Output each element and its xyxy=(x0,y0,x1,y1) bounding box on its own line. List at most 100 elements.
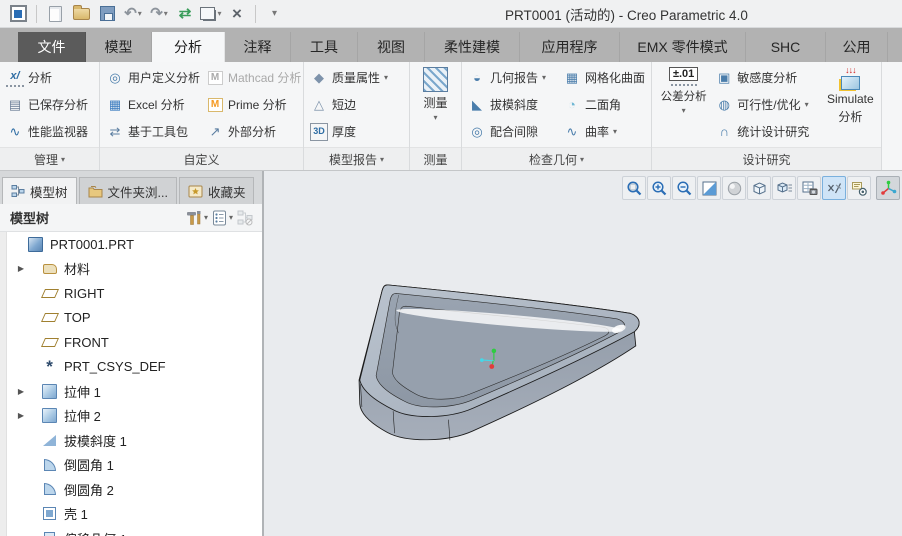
tree-scroll-strip[interactable] xyxy=(0,232,7,536)
group-label-model-reports[interactable]: 模型报告 ▾ xyxy=(304,147,409,170)
tray-part[interactable] xyxy=(358,284,640,441)
group-label-manage[interactable]: 管理 ▾ xyxy=(0,147,99,170)
mathcad-analysis-button[interactable]: M Mathcad 分析 xyxy=(203,64,304,91)
curvature-button[interactable]: ∿ 曲率 ▾ xyxy=(560,118,648,145)
saved-orientations-button[interactable] xyxy=(772,176,796,200)
user-defined-analysis-button[interactable]: ◎ 用户定义分析 xyxy=(103,64,203,91)
tab-shc[interactable]: SHC xyxy=(746,32,826,62)
save-button[interactable] xyxy=(95,2,119,26)
redo-button[interactable]: ↷ ▾ xyxy=(147,2,171,26)
thickness-button[interactable]: 3D 厚度 xyxy=(307,118,391,145)
datum-display-button[interactable] xyxy=(822,176,846,200)
navigator-tab-favorites[interactable]: 收藏夹 xyxy=(178,177,255,204)
tab-file[interactable]: 文件 xyxy=(18,32,86,62)
open-file-button[interactable] xyxy=(69,2,93,26)
tree-tools-button[interactable]: ▾ xyxy=(186,210,208,226)
display-style-button[interactable] xyxy=(747,176,771,200)
chevron-down-icon: ▾ xyxy=(433,113,438,122)
folder-browser-icon xyxy=(88,185,103,197)
dihedral-angle-button[interactable]: ◔ 二面角 xyxy=(560,91,648,118)
tree-item-shell-1[interactable]: 壳 1 xyxy=(0,502,262,527)
undo-button[interactable]: ↶ ▾ xyxy=(121,2,145,26)
tree-item-round-2[interactable]: 倒圆角 2 xyxy=(0,477,262,502)
switch-windows-button[interactable]: ▾ xyxy=(199,2,223,26)
tree-item-part-root[interactable]: PRT0001.PRT xyxy=(0,232,262,257)
tab-emx-part-mode[interactable]: EMX 零件模式 xyxy=(620,32,746,62)
zoom-in-button[interactable] xyxy=(647,176,671,200)
draft-check-button[interactable]: ◣ 拔模斜度 xyxy=(465,91,560,118)
tree-item-offset-geometry-1[interactable]: 偏移几何 1 xyxy=(0,526,262,536)
statistical-design-study-button[interactable]: ∩ 统计设计研究 xyxy=(712,118,822,145)
tree-settings-button[interactable]: ▾ xyxy=(212,210,233,226)
tree-item-top-plane[interactable]: TOP xyxy=(0,306,262,331)
fit-clearance-button[interactable]: ◎ 配合间隙 xyxy=(465,118,560,145)
mass-properties-button[interactable]: ◆ 质量属性 ▾ xyxy=(307,64,391,91)
tolerance-analysis-button[interactable]: ±.01 公差分析 ▾ xyxy=(655,64,712,147)
customize-toolbar-button[interactable]: ▾ xyxy=(262,2,286,26)
tab-common[interactable]: 公用 xyxy=(826,32,888,62)
tree-item-right-plane[interactable]: RIGHT xyxy=(0,281,262,306)
tab-tools[interactable]: 工具 xyxy=(291,32,358,62)
expand-arrow-icon[interactable]: ▶ xyxy=(14,411,28,420)
user-defined-analysis-icon: ◎ xyxy=(109,70,121,85)
chevron-down-icon: ▾ xyxy=(580,154,585,164)
new-file-button[interactable] xyxy=(43,2,67,26)
short-edge-button[interactable]: △ 短边 xyxy=(307,91,391,118)
windows-dropdown-icon[interactable]: ▾ xyxy=(217,9,221,18)
geometry-report-button[interactable]: ◒ 几何报告 ▾ xyxy=(465,64,560,91)
tree-item-front-plane[interactable]: FRONT xyxy=(0,330,262,355)
shading-style-button[interactable] xyxy=(722,176,746,200)
tab-view[interactable]: 视图 xyxy=(358,32,425,62)
close-window-button[interactable]: × xyxy=(225,2,249,26)
graphics-viewport[interactable] xyxy=(264,171,902,536)
chevron-down-icon: ▾ xyxy=(384,73,389,82)
tree-item-materials[interactable]: ▶ 材料 xyxy=(0,257,262,282)
sensitivity-analysis-button[interactable]: ▣ 敏感度分析 xyxy=(712,64,822,91)
toolkit-based-button[interactable]: ⇄ 基于工具包 xyxy=(103,118,203,145)
feasibility-optimization-button[interactable]: ◍ 可行性/优化 ▾ xyxy=(712,91,822,118)
regenerate-button[interactable]: ⇄ xyxy=(173,2,197,26)
tab-annotate[interactable]: 注释 xyxy=(225,32,291,62)
offset-geometry-icon xyxy=(44,531,55,536)
view-manager-button[interactable] xyxy=(797,176,821,200)
tree-filter-button[interactable] xyxy=(237,210,254,226)
undo-dropdown-icon[interactable]: ▾ xyxy=(138,9,142,18)
3d-part-model[interactable] xyxy=(264,204,902,536)
simulate-analysis-button[interactable]: ↓↓↓ Simulate 分析 xyxy=(823,64,878,147)
navigator-tab-model-tree[interactable]: 模型树 xyxy=(2,177,77,204)
prime-icon: M xyxy=(206,96,224,114)
excel-analysis-icon: ▦ xyxy=(108,97,122,112)
ribbon-filler xyxy=(882,62,902,170)
tab-flexible-modeling[interactable]: 柔性建模 xyxy=(425,32,520,62)
meshed-surface-button[interactable]: ▦ 网格化曲面 xyxy=(560,64,648,91)
tree-item-round-1[interactable]: 倒圆角 1 xyxy=(0,453,262,478)
measure-button[interactable]: 测量 ▾ xyxy=(419,64,452,147)
repaint-button[interactable] xyxy=(697,176,721,200)
tree-item-draft-1[interactable]: 拔模斜度 1 xyxy=(0,428,262,453)
redo-dropdown-icon[interactable]: ▾ xyxy=(164,9,168,18)
tree-item-extrude-1[interactable]: ▶ 拉伸 1 xyxy=(0,379,262,404)
prime-analysis-button[interactable]: M Prime 分析 xyxy=(203,91,304,118)
spin-axis-red-dot xyxy=(489,364,495,369)
spin-center-button[interactable] xyxy=(876,176,900,200)
analysis-button[interactable]: x/分析 xyxy=(3,64,91,91)
tree-item-csys[interactable]: * PRT_CSYS_DEF xyxy=(0,355,262,380)
app-button[interactable] xyxy=(6,2,30,26)
tab-model[interactable]: 模型 xyxy=(86,32,152,62)
refit-button[interactable] xyxy=(622,176,646,200)
datum-display-icon xyxy=(827,182,841,193)
expand-arrow-icon[interactable]: ▶ xyxy=(14,264,28,273)
group-inspect-geometry: ◒ 几何报告 ▾ ◣ 拔模斜度 ◎ 配合间隙 ▦ 网格化曲面 ◔ 二面角 ∿ 曲率 ▾ 检查几何… xyxy=(462,62,652,170)
tab-applications[interactable]: 应用程序 xyxy=(520,32,620,62)
navigator-tab-folder-browser[interactable]: 文件夹浏... xyxy=(78,177,177,204)
saved-analysis-button[interactable]: ▤ 已保存分析 xyxy=(3,91,91,118)
external-analysis-button[interactable]: ↗ 外部分析 xyxy=(203,118,304,145)
excel-analysis-button[interactable]: ▦ Excel 分析 xyxy=(103,91,203,118)
tree-item-extrude-2[interactable]: ▶ 拉伸 2 xyxy=(0,404,262,429)
expand-arrow-icon[interactable]: ▶ xyxy=(14,387,28,396)
performance-monitor-button[interactable]: ∿ 性能监视器 xyxy=(3,118,91,145)
tab-analysis[interactable]: 分析 xyxy=(152,32,225,62)
zoom-out-button[interactable] xyxy=(672,176,696,200)
annotation-display-button[interactable] xyxy=(847,176,871,200)
group-label-inspect-geometry[interactable]: 检查几何 ▾ xyxy=(462,147,651,170)
